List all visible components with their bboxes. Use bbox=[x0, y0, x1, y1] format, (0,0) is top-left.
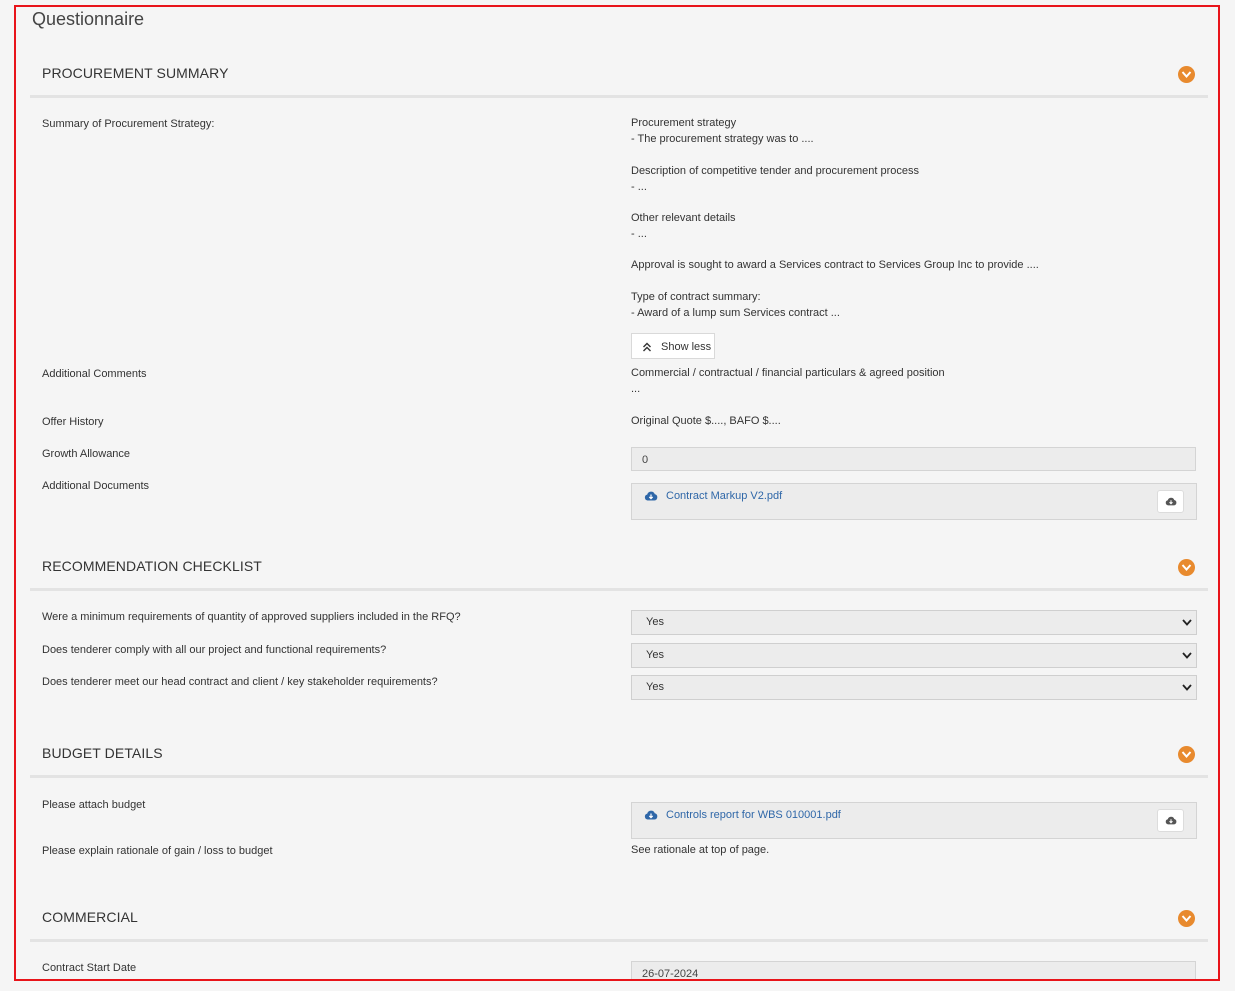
rationale-value: See rationale at top of page. bbox=[631, 844, 770, 856]
chevron-down-icon[interactable] bbox=[1178, 746, 1195, 763]
chevron-down-icon bbox=[1182, 652, 1192, 659]
summary-line: Other relevant details bbox=[631, 212, 736, 224]
comments-line: Commercial / contractual / financial par… bbox=[631, 367, 945, 379]
chevron-down-icon[interactable] bbox=[1178, 559, 1195, 576]
offer-history-value: Original Quote $...., BAFO $.... bbox=[631, 415, 781, 427]
chevron-down-icon bbox=[1182, 619, 1192, 626]
comments-line: ... bbox=[631, 383, 641, 395]
chevron-down-icon[interactable] bbox=[1178, 66, 1195, 83]
show-less-label: Show less bbox=[661, 341, 712, 353]
checklist-question-label: Does tenderer meet our head contract and… bbox=[42, 676, 438, 688]
section-title: RECOMMENDATION CHECKLIST bbox=[42, 558, 262, 574]
summary-spacer bbox=[631, 242, 1039, 257]
download-button[interactable] bbox=[1157, 490, 1184, 513]
summary-label: Summary of Procurement Strategy: bbox=[42, 118, 215, 130]
offer-history-label: Offer History bbox=[42, 416, 104, 428]
selected-value: Yes bbox=[646, 681, 664, 693]
attach-budget-file-box: Controls report for WBS 010001.pdf bbox=[631, 802, 1197, 839]
contract-start-date-label: Contract Start Date bbox=[42, 962, 137, 974]
summary-line: - ... bbox=[631, 181, 647, 193]
selected-value: Yes bbox=[646, 649, 664, 661]
summary-line: - Award of a lump sum Services contract … bbox=[631, 307, 840, 319]
checklist-question-label: Were a minimum requirements of quantity … bbox=[42, 611, 461, 623]
summary-spacer bbox=[631, 273, 1039, 289]
section-header-commercial[interactable]: COMMERCIAL bbox=[30, 903, 1208, 942]
additional-documents-file-box: Contract Markup V2.pdf bbox=[631, 483, 1197, 520]
growth-allowance-label: Growth Allowance bbox=[42, 448, 131, 460]
additional-comments-value: Commercial / contractual / financial par… bbox=[631, 365, 945, 397]
section-title: COMMERCIAL bbox=[42, 909, 138, 925]
cloud-download-icon bbox=[644, 810, 658, 820]
show-less-button[interactable]: Show less bbox=[631, 333, 715, 359]
selected-value: Yes bbox=[646, 616, 664, 628]
rationale-label: Please explain rationale of gain / loss … bbox=[42, 845, 273, 857]
contract-start-date-field[interactable]: 26-07-2024 bbox=[631, 961, 1196, 979]
summary-line: Type of contract summary: bbox=[631, 291, 761, 303]
summary-line bbox=[631, 147, 1039, 163]
download-button[interactable] bbox=[1157, 809, 1184, 832]
section-header-recommendation-checklist[interactable]: RECOMMENDATION CHECKLIST bbox=[30, 552, 1208, 591]
cloud-download-icon bbox=[1165, 497, 1177, 506]
section-title: PROCUREMENT SUMMARY bbox=[42, 65, 229, 81]
section-header-budget-details[interactable]: BUDGET DETAILS bbox=[30, 739, 1208, 778]
questionnaire-panel: Questionnaire PROCUREMENT SUMMARY Summar… bbox=[14, 5, 1220, 981]
checklist-answer-select[interactable]: Yes bbox=[631, 675, 1197, 700]
section-header-procurement-summary[interactable]: PROCUREMENT SUMMARY bbox=[30, 59, 1208, 98]
double-chevron-up-icon bbox=[643, 342, 651, 352]
attach-budget-label: Please attach budget bbox=[42, 799, 146, 811]
summary-line: - ... bbox=[631, 228, 647, 240]
section-title: BUDGET DETAILS bbox=[42, 745, 163, 761]
chevron-down-icon[interactable] bbox=[1178, 910, 1195, 927]
summary-line: Procurement strategy bbox=[631, 117, 737, 129]
summary-spacer bbox=[631, 195, 1039, 210]
additional-comments-label: Additional Comments bbox=[42, 368, 147, 380]
checklist-question-label: Does tenderer comply with all our projec… bbox=[42, 644, 387, 656]
file-name: Contract Markup V2.pdf bbox=[666, 490, 783, 502]
growth-allowance-field[interactable]: 0 bbox=[631, 447, 1196, 471]
page-title: Questionnaire bbox=[32, 9, 145, 29]
cloud-download-icon bbox=[644, 491, 658, 501]
summary-line: Description of competitive tender and pr… bbox=[631, 165, 919, 177]
summary-value: Procurement strategy - The procurement s… bbox=[631, 115, 1039, 321]
file-name: Controls report for WBS 010001.pdf bbox=[666, 809, 841, 821]
checklist-answer-select[interactable]: Yes bbox=[631, 610, 1197, 635]
summary-line: Approval is sought to award a Services c… bbox=[631, 259, 1039, 271]
file-link-contract-markup[interactable]: Contract Markup V2.pdf bbox=[644, 490, 782, 502]
additional-documents-label: Additional Documents bbox=[42, 480, 150, 492]
summary-line: - The procurement strategy was to .... bbox=[631, 133, 814, 145]
cloud-download-icon bbox=[1165, 816, 1177, 825]
chevron-down-icon bbox=[1182, 684, 1192, 691]
checklist-answer-select[interactable]: Yes bbox=[631, 643, 1197, 668]
file-link-controls-report[interactable]: Controls report for WBS 010001.pdf bbox=[644, 809, 841, 821]
